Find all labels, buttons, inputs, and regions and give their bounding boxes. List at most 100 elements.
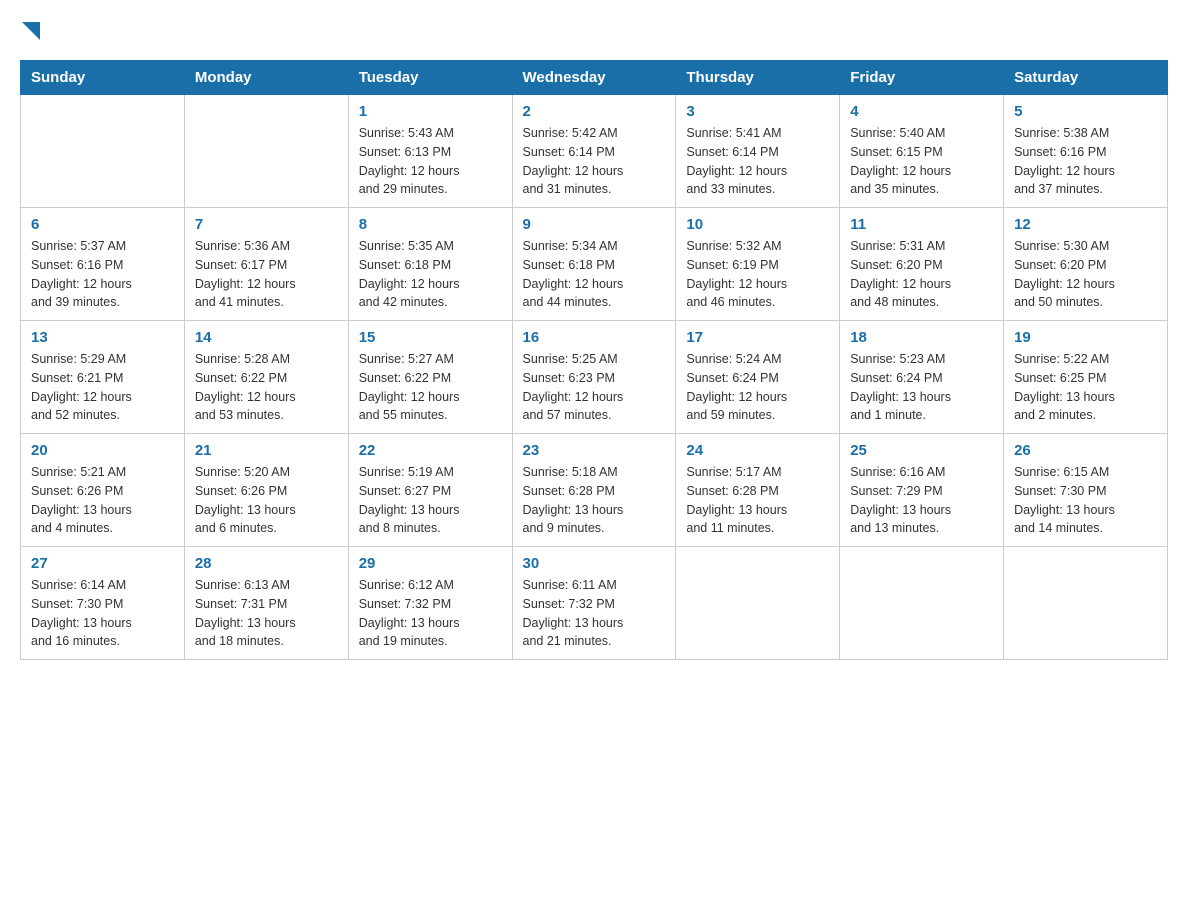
weekday-header-thursday: Thursday: [676, 61, 840, 95]
calendar-cell: 20 Sunrise: 5:21 AM Sunset: 6:26 PM Dayli…: [21, 434, 185, 547]
calendar-cell: 7 Sunrise: 5:36 AM Sunset: 6:17 PM Daylig…: [184, 208, 348, 321]
week-row-1: 1 Sunrise: 5:43 AM Sunset: 6:13 PM Daylig…: [21, 95, 1168, 208]
day-info: Sunrise: 5:18 AM Sunset: 6:28 PM Dayligh…: [523, 463, 666, 538]
weekday-header-sunday: Sunday: [21, 61, 185, 95]
logo: [20, 20, 40, 40]
day-number: 4: [850, 103, 993, 120]
calendar-cell: 16 Sunrise: 5:25 AM Sunset: 6:23 PM Dayli…: [512, 321, 676, 434]
calendar-cell: 6Sunrise: 5:37 AM Sunset: 6:16 PM Daylig…: [21, 208, 185, 321]
weekday-header-monday: Monday: [184, 61, 348, 95]
calendar-cell: 9 Sunrise: 5:34 AM Sunset: 6:18 PM Daylig…: [512, 208, 676, 321]
day-number: 28: [195, 555, 338, 572]
day-number: 29: [359, 555, 502, 572]
calendar-cell: 24Sunrise: 5:17 AM Sunset: 6:28 PM Dayli…: [676, 434, 840, 547]
calendar-cell: 22 Sunrise: 5:19 AM Sunset: 6:27 PM Dayli…: [348, 434, 512, 547]
day-info: Sunrise: 5:34 AM Sunset: 6:18 PM Dayligh…: [523, 237, 666, 312]
day-info: Sunrise: 5:28 AM Sunset: 6:22 PM Dayligh…: [195, 350, 338, 425]
calendar-cell: 4 Sunrise: 5:40 AM Sunset: 6:15 PM Daylig…: [840, 95, 1004, 208]
day-number: 16: [523, 329, 666, 346]
day-info: Sunrise: 5:31 AM Sunset: 6:20 PM Dayligh…: [850, 237, 993, 312]
day-number: 21: [195, 442, 338, 459]
day-number: 11: [850, 216, 993, 233]
day-number: 19: [1014, 329, 1157, 346]
day-info: Sunrise: 5:35 AM Sunset: 6:18 PM Dayligh…: [359, 237, 502, 312]
calendar-cell: 21 Sunrise: 5:20 AM Sunset: 6:26 PM Dayli…: [184, 434, 348, 547]
day-info: Sunrise: 5:42 AM Sunset: 6:14 PM Dayligh…: [523, 124, 666, 199]
weekday-header-row: SundayMondayTuesdayWednesdayThursdayFrid…: [21, 61, 1168, 95]
day-number: 1: [359, 103, 502, 120]
calendar-cell: 23 Sunrise: 5:18 AM Sunset: 6:28 PM Dayli…: [512, 434, 676, 547]
day-number: 2: [523, 103, 666, 120]
day-number: 24: [686, 442, 829, 459]
calendar-cell: 14Sunrise: 5:28 AM Sunset: 6:22 PM Dayli…: [184, 321, 348, 434]
calendar-cell: 25 Sunrise: 6:16 AM Sunset: 7:29 PM Dayli…: [840, 434, 1004, 547]
calendar-cell: 2 Sunrise: 5:42 AM Sunset: 6:14 PM Daylig…: [512, 95, 676, 208]
day-info: Sunrise: 6:16 AM Sunset: 7:29 PM Dayligh…: [850, 463, 993, 538]
day-info: Sunrise: 6:14 AM Sunset: 7:30 PM Dayligh…: [31, 576, 174, 651]
day-info: Sunrise: 5:32 AM Sunset: 6:19 PM Dayligh…: [686, 237, 829, 312]
day-number: 10: [686, 216, 829, 233]
day-info: Sunrise: 5:36 AM Sunset: 6:17 PM Dayligh…: [195, 237, 338, 312]
calendar-cell: 29 Sunrise: 6:12 AM Sunset: 7:32 PM Dayli…: [348, 547, 512, 660]
day-number: 5: [1014, 103, 1157, 120]
weekday-header-friday: Friday: [840, 61, 1004, 95]
calendar-cell: 18 Sunrise: 5:23 AM Sunset: 6:24 PM Dayli…: [840, 321, 1004, 434]
calendar-cell: [840, 547, 1004, 660]
day-number: 7: [195, 216, 338, 233]
day-info: Sunrise: 5:29 AM Sunset: 6:21 PM Dayligh…: [31, 350, 174, 425]
day-info: Sunrise: 5:23 AM Sunset: 6:24 PM Dayligh…: [850, 350, 993, 425]
calendar-cell: 27 Sunrise: 6:14 AM Sunset: 7:30 PM Dayli…: [21, 547, 185, 660]
day-info: Sunrise: 6:12 AM Sunset: 7:32 PM Dayligh…: [359, 576, 502, 651]
calendar-cell: 13 Sunrise: 5:29 AM Sunset: 6:21 PM Dayli…: [21, 321, 185, 434]
day-info: Sunrise: 6:13 AM Sunset: 7:31 PM Dayligh…: [195, 576, 338, 651]
calendar-cell: 1 Sunrise: 5:43 AM Sunset: 6:13 PM Daylig…: [348, 95, 512, 208]
day-info: Sunrise: 5:40 AM Sunset: 6:15 PM Dayligh…: [850, 124, 993, 199]
day-info: Sunrise: 5:41 AM Sunset: 6:14 PM Dayligh…: [686, 124, 829, 199]
day-info: Sunrise: 6:15 AM Sunset: 7:30 PM Dayligh…: [1014, 463, 1157, 538]
calendar-cell: 19 Sunrise: 5:22 AM Sunset: 6:25 PM Dayli…: [1004, 321, 1168, 434]
day-number: 25: [850, 442, 993, 459]
calendar-cell: 8 Sunrise: 5:35 AM Sunset: 6:18 PM Daylig…: [348, 208, 512, 321]
calendar-table: SundayMondayTuesdayWednesdayThursdayFrid…: [20, 60, 1168, 660]
day-info: Sunrise: 5:24 AM Sunset: 6:24 PM Dayligh…: [686, 350, 829, 425]
weekday-header-wednesday: Wednesday: [512, 61, 676, 95]
calendar-cell: [21, 95, 185, 208]
day-number: 27: [31, 555, 174, 572]
calendar-cell: 5 Sunrise: 5:38 AM Sunset: 6:16 PM Daylig…: [1004, 95, 1168, 208]
day-number: 30: [523, 555, 666, 572]
day-info: Sunrise: 5:22 AM Sunset: 6:25 PM Dayligh…: [1014, 350, 1157, 425]
calendar-cell: [1004, 547, 1168, 660]
day-number: 8: [359, 216, 502, 233]
day-number: 26: [1014, 442, 1157, 459]
day-number: 23: [523, 442, 666, 459]
day-info: Sunrise: 5:30 AM Sunset: 6:20 PM Dayligh…: [1014, 237, 1157, 312]
weekday-header-tuesday: Tuesday: [348, 61, 512, 95]
calendar-cell: 28 Sunrise: 6:13 AM Sunset: 7:31 PM Dayli…: [184, 547, 348, 660]
page-header: [20, 20, 1168, 40]
weekday-header-saturday: Saturday: [1004, 61, 1168, 95]
day-number: 18: [850, 329, 993, 346]
day-info: Sunrise: 5:38 AM Sunset: 6:16 PM Dayligh…: [1014, 124, 1157, 199]
day-number: 13: [31, 329, 174, 346]
calendar-cell: 26 Sunrise: 6:15 AM Sunset: 7:30 PM Dayli…: [1004, 434, 1168, 547]
calendar-cell: 17 Sunrise: 5:24 AM Sunset: 6:24 PM Dayli…: [676, 321, 840, 434]
calendar-cell: 11 Sunrise: 5:31 AM Sunset: 6:20 PM Dayli…: [840, 208, 1004, 321]
calendar-cell: 10 Sunrise: 5:32 AM Sunset: 6:19 PM Dayli…: [676, 208, 840, 321]
day-info: Sunrise: 5:43 AM Sunset: 6:13 PM Dayligh…: [359, 124, 502, 199]
day-number: 20: [31, 442, 174, 459]
day-number: 17: [686, 329, 829, 346]
day-info: Sunrise: 5:27 AM Sunset: 6:22 PM Dayligh…: [359, 350, 502, 425]
day-number: 15: [359, 329, 502, 346]
day-number: 22: [359, 442, 502, 459]
day-info: Sunrise: 5:21 AM Sunset: 6:26 PM Dayligh…: [31, 463, 174, 538]
day-info: Sunrise: 5:19 AM Sunset: 6:27 PM Dayligh…: [359, 463, 502, 538]
day-number: 3: [686, 103, 829, 120]
day-number: 9: [523, 216, 666, 233]
day-info: Sunrise: 5:25 AM Sunset: 6:23 PM Dayligh…: [523, 350, 666, 425]
day-info: Sunrise: 5:20 AM Sunset: 6:26 PM Dayligh…: [195, 463, 338, 538]
calendar-cell: 15 Sunrise: 5:27 AM Sunset: 6:22 PM Dayli…: [348, 321, 512, 434]
week-row-3: 13 Sunrise: 5:29 AM Sunset: 6:21 PM Dayli…: [21, 321, 1168, 434]
calendar-cell: 30 Sunrise: 6:11 AM Sunset: 7:32 PM Dayli…: [512, 547, 676, 660]
day-info: Sunrise: 6:11 AM Sunset: 7:32 PM Dayligh…: [523, 576, 666, 651]
day-info: Sunrise: 5:37 AM Sunset: 6:16 PM Dayligh…: [31, 237, 174, 312]
